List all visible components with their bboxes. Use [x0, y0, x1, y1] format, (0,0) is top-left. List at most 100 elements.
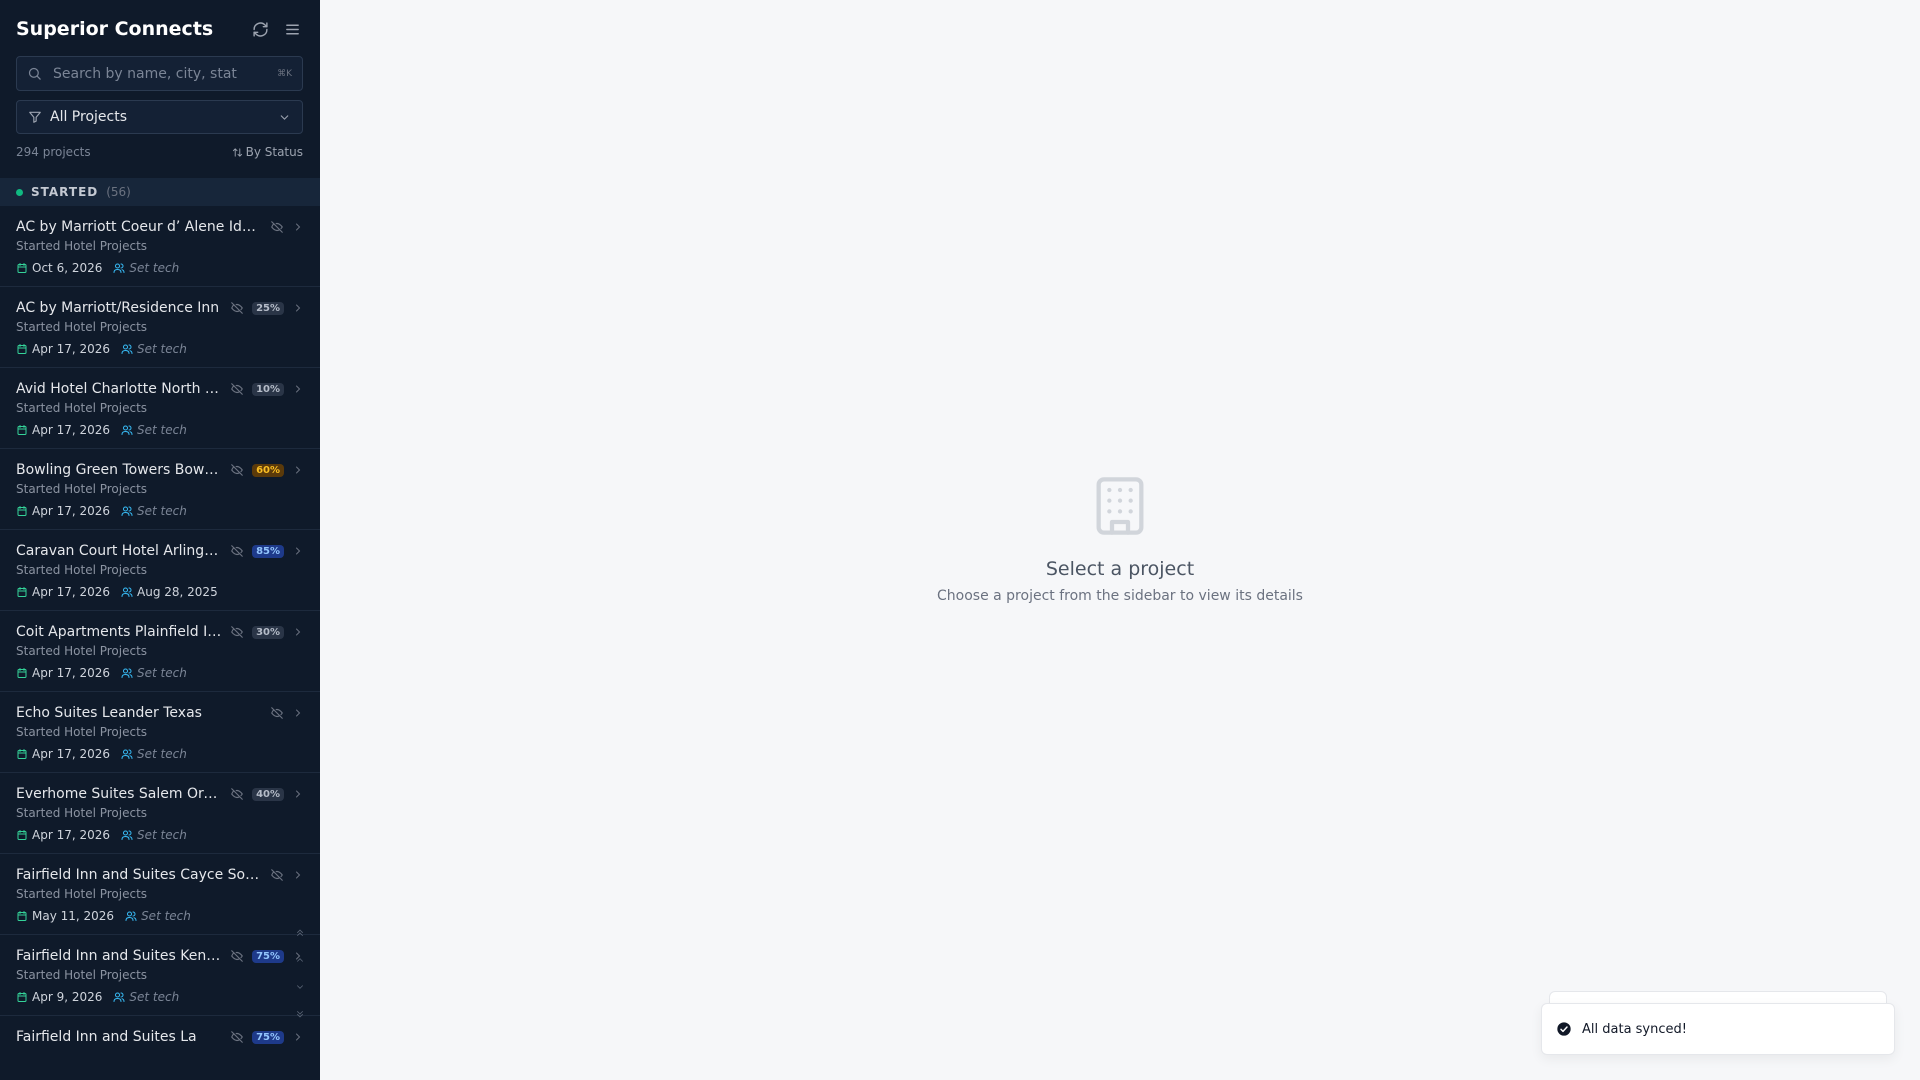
empty-state: Select a project Choose a project from t… — [320, 474, 1920, 604]
sidebar: Superior Connects ⌘K All Projects 294 pr… — [0, 0, 320, 1080]
set-tech-link[interactable]: Set tech — [137, 828, 187, 842]
status-group-header[interactable]: STARTED (56) — [0, 178, 320, 206]
project-list-item[interactable]: Fairfield Inn and Suites Kentucky 75% Star… — [0, 935, 320, 1016]
progress-badge: 40% — [252, 787, 284, 801]
filter-label: All Projects — [50, 109, 127, 125]
calendar-icon — [17, 830, 27, 840]
calendar-icon — [17, 911, 27, 921]
chevron-right-icon — [296, 709, 301, 717]
project-list-item[interactable]: Fairfield Inn and Suites La75%Started Ho… — [0, 1016, 320, 1044]
project-date: Oct 6, 2026 — [32, 261, 103, 275]
progress-badge: 25% — [252, 301, 284, 315]
eye-off-icon[interactable] — [230, 544, 244, 558]
project-meta: Apr 17, 2026 Set tech — [16, 746, 304, 762]
project-meta: May 11, 2026 Set tech — [16, 908, 304, 924]
scroll-top-icon[interactable] — [295, 928, 305, 938]
calendar-icon — [17, 344, 27, 354]
users-icon — [121, 506, 133, 516]
status-dot — [16, 188, 23, 196]
set-tech-link[interactable]: Set tech — [141, 909, 191, 923]
eye-off-icon[interactable] — [230, 787, 244, 801]
project-category: Started Hotel Projects — [16, 320, 148, 334]
project-category: Started Hotel Projects — [16, 644, 148, 658]
set-tech-link[interactable]: Set tech — [129, 261, 179, 275]
project-list: AC by Marriott Coeur d’ Alene Idaho Start… — [0, 206, 320, 1044]
eye-off-icon[interactable] — [230, 463, 244, 477]
check-circle-icon — [1557, 1022, 1571, 1036]
users-icon — [121, 668, 133, 678]
calendar-icon — [17, 263, 27, 273]
empty-state-subtitle: Choose a project from the sidebar to vie… — [937, 588, 1303, 604]
set-tech-link[interactable]: Set tech — [129, 990, 179, 1004]
refresh-button[interactable] — [248, 17, 272, 41]
project-list-item[interactable]: Coit Apartments Plainfield Indiana 30% Sta… — [0, 611, 320, 692]
project-meta: Apr 17, 2026 Set tech — [16, 503, 304, 519]
chevron-right-icon — [296, 304, 301, 312]
eye-off-icon[interactable] — [270, 706, 284, 720]
status-group-count: (56) — [106, 185, 131, 199]
set-tech-link[interactable]: Set tech — [137, 423, 187, 437]
set-tech-link[interactable]: Set tech — [137, 666, 187, 680]
scroll-bottom-icon[interactable] — [295, 1009, 305, 1019]
progress-badge: 85% — [252, 544, 284, 558]
chevron-right-icon — [296, 385, 301, 393]
users-icon — [125, 911, 137, 921]
calendar-icon — [17, 425, 27, 435]
project-category: Started Hotel Projects — [16, 239, 148, 253]
project-name: Bowling Green Towers Bowling Green — [16, 462, 222, 478]
project-date: Apr 17, 2026 — [32, 423, 111, 437]
main-panel: Select a project Choose a project from t… — [320, 0, 1920, 1080]
project-category: Started Hotel Projects — [16, 806, 148, 820]
eye-off-icon[interactable] — [270, 868, 284, 882]
eye-off-icon[interactable] — [230, 625, 244, 639]
chevron-right-icon — [296, 547, 301, 555]
project-list-item[interactable]: Echo Suites Leander Texas Started Hotel P… — [0, 692, 320, 773]
project-date: Apr 17, 2026 — [32, 828, 111, 842]
project-list-item[interactable]: Caravan Court Hotel Arlington 85% Started … — [0, 530, 320, 611]
sort-button[interactable]: By Status — [232, 145, 303, 159]
search-input[interactable] — [53, 65, 272, 82]
eye-off-icon[interactable] — [230, 949, 244, 963]
project-meta: Oct 6, 2026 Set tech — [16, 260, 304, 276]
project-name: AC by Marriott Coeur d’ Alene Idaho — [16, 219, 262, 235]
set-tech-link[interactable]: Set tech — [137, 747, 187, 761]
app-title: Superior Connects — [16, 18, 214, 40]
calendar-icon — [17, 587, 27, 597]
calendar-icon — [17, 668, 27, 678]
scroll-up-icon[interactable] — [295, 955, 305, 965]
users-icon — [121, 425, 133, 435]
project-meta: Apr 17, 2026 Set tech — [16, 341, 304, 357]
project-list-item[interactable]: AC by Marriott Coeur d’ Alene Idaho Start… — [0, 206, 320, 287]
sidebar-header: Superior Connects — [0, 0, 320, 58]
refresh-icon — [252, 21, 268, 37]
project-meta: Apr 9, 2026 Set tech — [16, 989, 304, 1005]
project-category: Started Hotel Projects — [16, 401, 148, 415]
progress-badge: 75% — [252, 1030, 284, 1044]
search-box[interactable]: ⌘K — [16, 56, 303, 91]
eye-off-icon[interactable] — [230, 301, 244, 315]
eye-off-icon[interactable] — [230, 382, 244, 396]
project-filter-select[interactable]: All Projects — [16, 100, 303, 134]
sync-toast[interactable]: All data synced! — [1541, 1003, 1895, 1055]
calendar-icon — [17, 749, 27, 759]
set-tech-link[interactable]: Set tech — [137, 342, 187, 356]
project-count: 294 projects — [16, 145, 91, 159]
set-tech-link[interactable]: Set tech — [137, 504, 187, 518]
menu-button[interactable] — [280, 17, 304, 41]
progress-badge: 60% — [252, 463, 284, 477]
project-name: Fairfield Inn and Suites Cayce South Car… — [16, 867, 262, 883]
project-list-item[interactable]: Bowling Green Towers Bowling Green 60% Sta… — [0, 449, 320, 530]
set-tech-link[interactable]: Aug 28, 2025 — [137, 585, 218, 599]
project-list-item[interactable]: Avid Hotel Charlotte North Carolina 10% St… — [0, 368, 320, 449]
project-list-item[interactable]: Everhome Suites Salem Oregon 40% Started H… — [0, 773, 320, 854]
project-meta: Apr 17, 2026 Aug 28, 2025 — [16, 584, 304, 600]
scroll-down-icon[interactable] — [295, 982, 305, 992]
building-icon — [1096, 477, 1144, 535]
eye-off-icon[interactable] — [270, 220, 284, 234]
eye-off-icon[interactable] — [230, 1030, 244, 1044]
project-name: Fairfield Inn and Suites La — [16, 1029, 197, 1044]
project-list-item[interactable]: AC by Marriott/Residence Inn 25% Started H… — [0, 287, 320, 368]
scroll-controls — [293, 928, 307, 1018]
project-name: Coit Apartments Plainfield Indiana — [16, 624, 222, 640]
project-list-item[interactable]: Fairfield Inn and Suites Cayce South Car… — [0, 854, 320, 935]
